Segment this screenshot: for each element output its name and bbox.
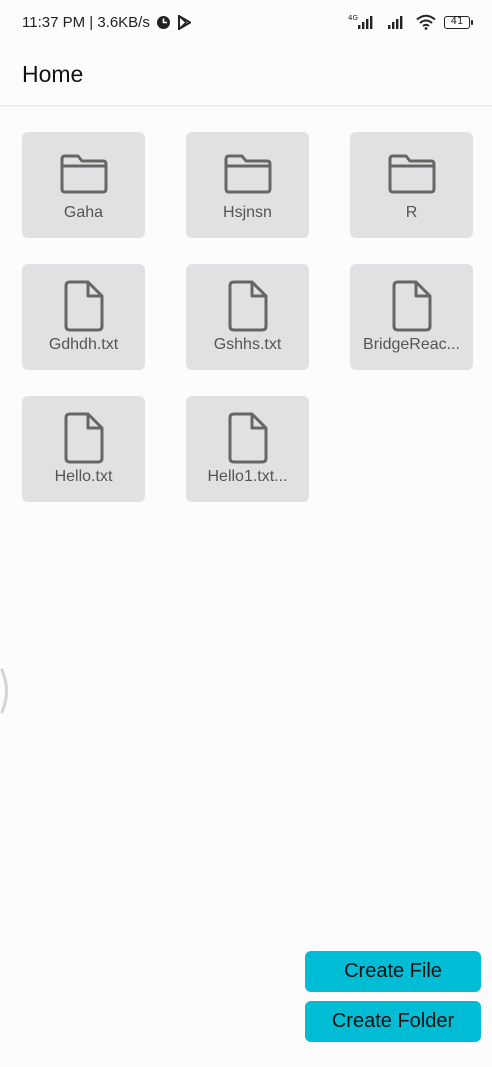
battery-icon: 41 [444, 15, 473, 29]
signal-icon [386, 14, 408, 30]
folder-icon [387, 150, 437, 198]
file-tile[interactable]: BridgeReac... [350, 264, 473, 370]
folder-tile[interactable]: Hsjnsn [186, 132, 309, 238]
folder-tile[interactable]: R [350, 132, 473, 238]
tile-label: R [405, 204, 418, 221]
file-icon [64, 412, 104, 464]
status-bar: 11:37 PM | 3.6KB/s 4G 41 [0, 0, 492, 44]
file-tile[interactable]: Hello1.txt... [186, 396, 309, 502]
folder-tile[interactable]: Gaha [22, 132, 145, 238]
create-file-button[interactable]: Create File [305, 951, 481, 992]
file-icon [228, 412, 268, 464]
data-saver-icon [156, 15, 171, 30]
file-tile[interactable]: Gshhs.txt [186, 264, 309, 370]
status-time: 11:37 PM | 3.6KB/s [22, 13, 150, 31]
wifi-icon [416, 14, 436, 30]
tile-label: Hello1.txt... [207, 468, 288, 485]
tile-label: BridgeReac... [363, 336, 460, 353]
folder-icon [59, 150, 109, 198]
file-icon [392, 280, 432, 332]
create-folder-button[interactable]: Create Folder [305, 1001, 481, 1042]
play-store-icon [177, 14, 191, 30]
file-tile[interactable]: Hello.txt [22, 396, 145, 502]
page-title: Home [22, 61, 84, 87]
app-bar: Home [0, 44, 492, 106]
tile-label: Hello.txt [54, 468, 113, 485]
tile-label: Hsjnsn [223, 204, 272, 221]
folder-icon [223, 150, 273, 198]
tile-label: Gaha [63, 204, 104, 221]
home-screen: 11:37 PM | 3.6KB/s 4G 41 Home Gaha Hsjns… [0, 0, 492, 1067]
svg-text:4G: 4G [348, 14, 358, 22]
edge-gesture-handle[interactable] [0, 668, 12, 714]
file-tile[interactable]: Gdhdh.txt [22, 264, 145, 370]
items-grid: Gaha Hsjnsn R Gdhdh.txt Gshhs.txt Bridge… [22, 132, 473, 502]
signal-4g-icon: 4G [348, 14, 378, 30]
tile-label: Gdhdh.txt [48, 336, 119, 353]
tile-label: Gshhs.txt [213, 336, 282, 353]
file-icon [64, 280, 104, 332]
file-icon [228, 280, 268, 332]
